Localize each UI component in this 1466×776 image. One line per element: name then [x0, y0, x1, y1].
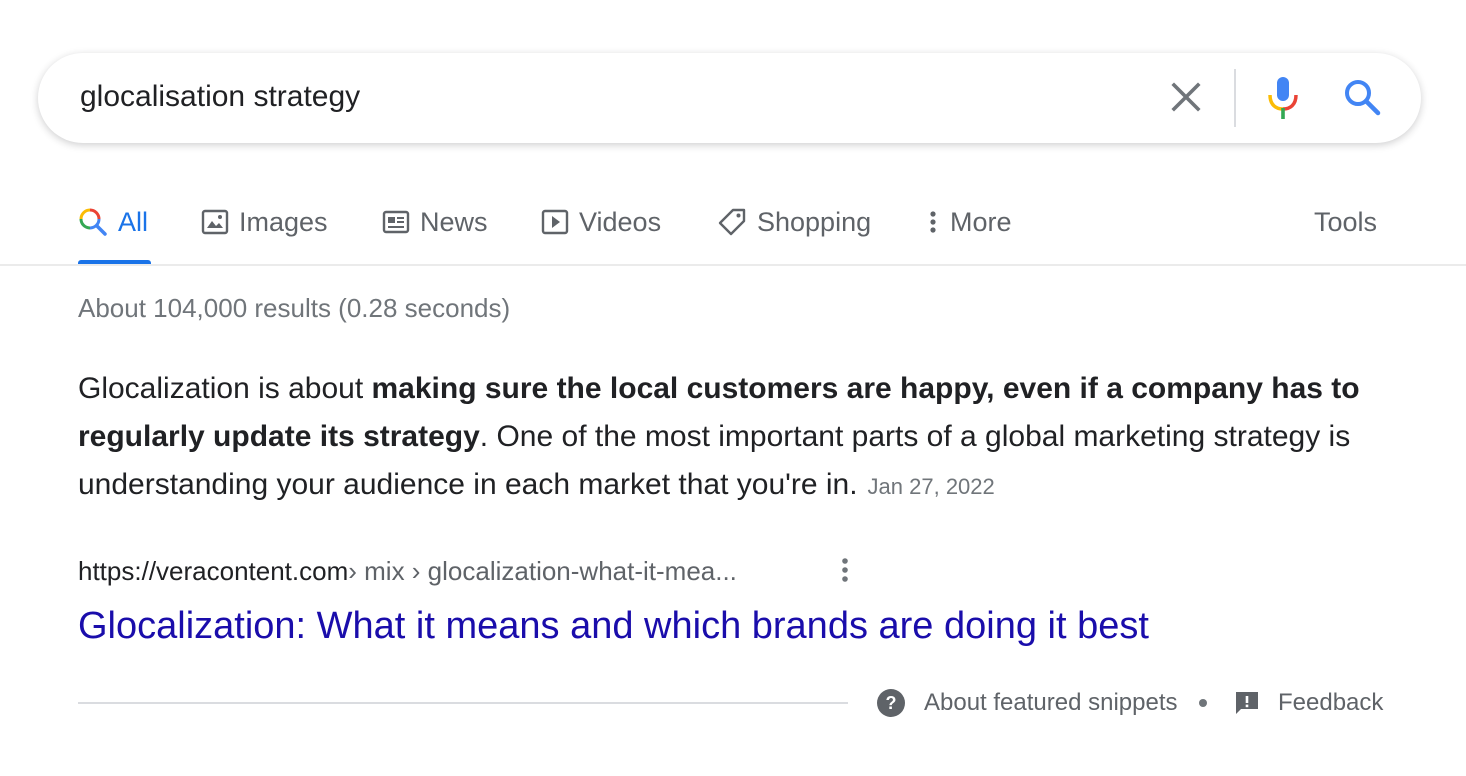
search-input[interactable]: glocalisation strategy: [80, 78, 360, 116]
newspaper-icon: [382, 210, 410, 234]
tab-videos[interactable]: Videos: [541, 202, 661, 242]
snippet-text: Glocalization is about: [78, 372, 372, 405]
close-icon: [1171, 82, 1201, 112]
about-featured-snippets-link[interactable]: ? About featured snippets: [876, 686, 1178, 720]
image-icon: [201, 209, 229, 235]
search-button[interactable]: [1342, 77, 1384, 119]
clear-button[interactable]: [1168, 79, 1204, 115]
tab-label: Shopping: [757, 206, 872, 237]
tab-label: All: [118, 206, 149, 237]
tab-label: More: [950, 206, 1012, 237]
tab-more[interactable]: More: [926, 202, 1012, 242]
feedback-icon: [1236, 692, 1258, 714]
tab-label: News: [420, 206, 488, 237]
search-box[interactable]: glocalisation strategy: [38, 53, 1421, 143]
result-stats: About 104,000 results (0.28 seconds): [78, 293, 511, 323]
featured-snippet-text: Glocalization is about making sure the l…: [78, 365, 1388, 511]
voice-search-button[interactable]: [1266, 75, 1300, 121]
more-vertical-icon: [930, 211, 936, 233]
citation-path: › mix › glocalization-what-it-mea...: [348, 555, 737, 586]
play-icon: [541, 209, 569, 235]
tab-news[interactable]: News: [382, 202, 488, 242]
microphone-icon: [1268, 77, 1298, 119]
tag-icon: [718, 208, 746, 236]
search-icon: [1345, 80, 1381, 116]
result-title-link[interactable]: Glocalization: What it means and which b…: [78, 602, 1149, 650]
tab-shopping[interactable]: Shopping: [717, 202, 871, 242]
tools-button[interactable]: Tools: [1314, 202, 1377, 242]
feedback-label: Feedback: [1278, 689, 1384, 716]
svg-text:?: ?: [886, 693, 897, 713]
about-featured-snippets-label: About featured snippets: [924, 689, 1178, 716]
more-vertical-icon: [842, 558, 848, 582]
result-citation[interactable]: https://veracontent.com › mix › glocaliz…: [78, 552, 737, 590]
result-options-button[interactable]: [834, 554, 856, 586]
search-tabs: All Images News Videos Shopping More Too…: [0, 180, 1466, 266]
help-icon: ?: [877, 689, 905, 717]
search-box-divider: [1234, 69, 1236, 127]
search-icon: [79, 208, 107, 236]
tabs-divider: [0, 264, 1466, 266]
snippet-date: Jan 27, 2022: [867, 474, 995, 499]
feedback-link[interactable]: Feedback: [1234, 686, 1383, 720]
footer-separator: [1199, 699, 1207, 707]
footer-divider: [78, 702, 848, 704]
tab-label: Images: [239, 206, 328, 237]
tab-label: Videos: [579, 206, 662, 237]
tab-all[interactable]: All: [78, 202, 148, 242]
tab-images[interactable]: Images: [201, 202, 328, 242]
citation-domain: https://veracontent.com: [78, 555, 349, 586]
tools-label: Tools: [1314, 206, 1378, 237]
